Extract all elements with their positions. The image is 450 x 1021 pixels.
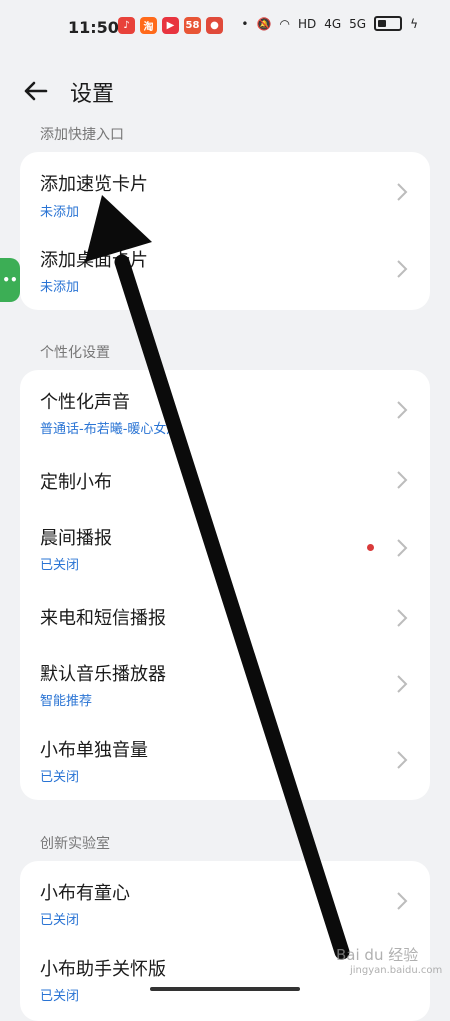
row-label: 定制小布 bbox=[40, 472, 112, 493]
row-add-desktop-card[interactable]: 添加桌面卡片 未添加 bbox=[20, 232, 430, 310]
status-bar: 11:50 ♪ 淘 ▶ 58 ● • 🔕 ◠ HD 4G 5G ϟ bbox=[0, 0, 450, 58]
row-label: 默认音乐播放器 bbox=[40, 664, 166, 685]
notification-icons: ♪ 淘 ▶ 58 ● bbox=[118, 17, 223, 34]
notification-dot bbox=[367, 544, 374, 551]
row-label: 添加速览卡片 bbox=[40, 174, 148, 195]
chevron-right-icon bbox=[397, 401, 408, 419]
home-indicator[interactable] bbox=[150, 987, 300, 991]
watermark-sub: jingyan.baidu.com bbox=[350, 965, 443, 976]
game-app-icon: 58 bbox=[184, 17, 201, 34]
row-sub: 未添加 bbox=[40, 205, 80, 220]
status-time: 11:50 bbox=[68, 18, 119, 37]
dot-icon: • bbox=[241, 16, 249, 31]
taobao-app-icon: 淘 bbox=[140, 17, 157, 34]
row-label: 来电和短信播报 bbox=[40, 608, 166, 629]
row-sub: 已关闭 bbox=[40, 913, 80, 928]
row-label: 小布助手关怀版 bbox=[40, 959, 166, 980]
watermark: Bai du 经验 jingyan.baidu.com bbox=[336, 944, 442, 976]
chevron-right-icon bbox=[397, 675, 408, 693]
page-title: 设置 bbox=[70, 82, 115, 107]
charging-icon: ϟ bbox=[410, 16, 418, 31]
chevron-right-icon bbox=[397, 260, 408, 278]
chevron-right-icon bbox=[397, 539, 408, 557]
row-childlike-mode[interactable]: 小布有童心 已关闭 bbox=[20, 861, 430, 939]
row-custom-xiaobu[interactable]: 定制小布 bbox=[20, 448, 430, 508]
back-arrow-icon[interactable] bbox=[18, 73, 54, 109]
row-sub: 已关闭 bbox=[40, 558, 80, 573]
signal-4g-icon: 4G bbox=[324, 16, 342, 31]
watermark-text: Bai du 经验 bbox=[336, 946, 419, 964]
battery-icon bbox=[374, 16, 403, 31]
chevron-right-icon bbox=[397, 609, 408, 627]
section-title-shortcuts: 添加快捷入口 bbox=[40, 127, 124, 143]
row-label: 个性化声音 bbox=[40, 392, 130, 413]
chevron-right-icon bbox=[397, 892, 408, 910]
hd-badge: HD bbox=[297, 16, 317, 31]
mute-icon: 🔕 bbox=[256, 16, 272, 31]
row-label: 小布有童心 bbox=[40, 883, 130, 904]
section-title-lab: 创新实验室 bbox=[40, 836, 110, 852]
row-sub: 已关闭 bbox=[40, 770, 80, 785]
row-separate-volume[interactable]: 小布单独音量 已关闭 bbox=[20, 724, 430, 800]
row-label: 晨间播报 bbox=[40, 528, 112, 549]
row-morning-broadcast[interactable]: 晨间播报 已关闭 bbox=[20, 508, 430, 586]
row-label: 添加桌面卡片 bbox=[40, 250, 148, 271]
system-icons: • 🔕 ◠ HD 4G 5G ϟ bbox=[241, 16, 418, 31]
row-personal-voice[interactable]: 个性化声音 普通话-布若曦-暖心女声 bbox=[20, 370, 430, 448]
row-add-preview-card[interactable]: 添加速览卡片 未添加 bbox=[20, 152, 430, 232]
card-lab: 小布有童心 已关闭 小布助手关怀版 已关闭 bbox=[20, 861, 430, 1021]
row-sub: 智能推荐 bbox=[40, 694, 93, 709]
section-title-personalization: 个性化设置 bbox=[40, 345, 110, 361]
music-app-icon: ♪ bbox=[118, 17, 135, 34]
signal-5g-icon: 5G bbox=[349, 16, 367, 31]
card-personalization: 个性化声音 普通话-布若曦-暖心女声 定制小布 晨间播报 已关闭 来电和短信播报… bbox=[20, 370, 430, 800]
card-shortcuts: 添加速览卡片 未添加 添加桌面卡片 未添加 bbox=[20, 152, 430, 310]
row-call-sms-broadcast[interactable]: 来电和短信播报 bbox=[20, 586, 430, 646]
wifi-icon: ◠ bbox=[279, 16, 290, 31]
row-sub: 已关闭 bbox=[40, 989, 80, 1004]
row-sub: 未添加 bbox=[40, 280, 80, 295]
floating-side-tab[interactable]: •• bbox=[0, 258, 20, 302]
chevron-right-icon bbox=[397, 751, 408, 769]
row-default-music-player[interactable]: 默认音乐播放器 智能推荐 bbox=[20, 646, 430, 724]
row-sub: 普通话-布若曦-暖心女声 bbox=[40, 422, 180, 437]
chevron-right-icon bbox=[397, 183, 408, 201]
chevron-right-icon bbox=[397, 471, 408, 489]
header: 设置 bbox=[0, 62, 450, 120]
video-app-icon: ▶ bbox=[162, 17, 179, 34]
row-label: 小布单独音量 bbox=[40, 740, 148, 761]
location-app-icon: ● bbox=[206, 17, 223, 34]
